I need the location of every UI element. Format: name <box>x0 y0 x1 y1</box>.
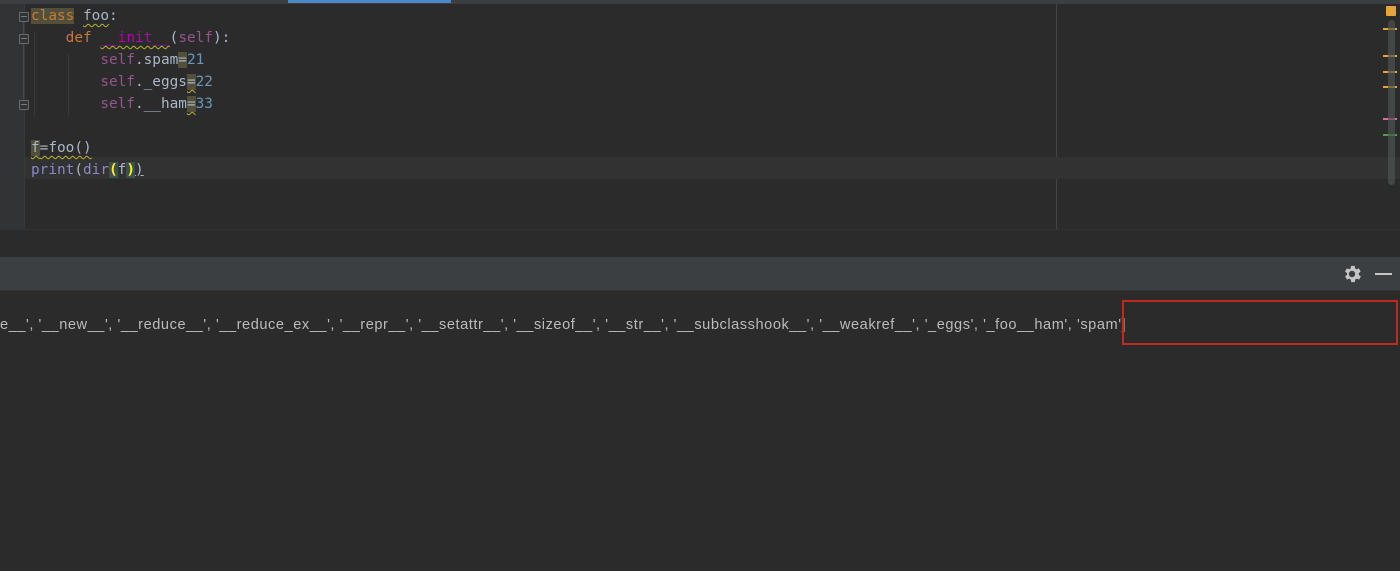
console-output-line: e__', '__new__', '__reduce__', '__reduce… <box>0 317 1127 333</box>
self-param: self <box>178 30 213 46</box>
matched-paren-close: ) <box>126 162 136 178</box>
right-margin-guide <box>1056 4 1057 229</box>
fold-def-icon[interactable] <box>19 34 29 44</box>
paren-close: ): <box>212 30 231 46</box>
colon: : <box>109 8 118 24</box>
equals: = <box>186 96 196 112</box>
fold-line <box>23 44 24 99</box>
foo-call: =foo() <box>39 140 92 156</box>
builtin-dir: dir <box>83 162 109 178</box>
builtin-print: print <box>31 162 75 178</box>
code-line-4[interactable]: self._eggs=22 <box>31 71 213 93</box>
fold-line <box>23 22 24 34</box>
self-ref: self <box>100 74 135 90</box>
equals: = <box>186 74 196 90</box>
init-method-name: __init__ <box>100 30 170 46</box>
number-33: 33 <box>195 96 213 112</box>
matched-paren-open: ( <box>109 162 118 178</box>
attr-eggs: ._eggs <box>134 74 187 90</box>
code-line-8[interactable]: print(dir(f)) <box>31 159 144 181</box>
code-editor[interactable]: class foo: def __init__(self): self.spam… <box>0 4 1400 229</box>
editor-scrollbar[interactable] <box>1388 20 1395 185</box>
active-tab-indicator[interactable] <box>288 0 451 3</box>
code-line-1[interactable]: class foo: <box>31 5 118 27</box>
current-line-highlight <box>25 157 1400 179</box>
class-name: foo <box>83 8 109 24</box>
highlight-annotation-edge <box>1396 300 1398 345</box>
equals: = <box>178 52 187 68</box>
gear-icon[interactable] <box>1341 263 1363 285</box>
fold-end-icon[interactable] <box>19 100 29 110</box>
number-21: 21 <box>186 52 205 68</box>
fold-class-icon[interactable] <box>19 12 29 22</box>
keyword-def: def <box>65 30 92 46</box>
code-line-3[interactable]: self.spam=21 <box>31 49 204 71</box>
code-line-7[interactable]: f=foo() <box>31 137 92 159</box>
panel-divider[interactable] <box>0 229 1400 258</box>
run-panel-header <box>0 257 1400 291</box>
self-ref: self <box>100 96 135 112</box>
var-f: f <box>31 140 40 156</box>
code-line-2[interactable]: def __init__(self): <box>31 27 231 49</box>
attr-spam: .spam <box>134 52 179 68</box>
code-line-5[interactable]: self.__ham=33 <box>31 93 213 115</box>
keyword-class: class <box>31 8 75 24</box>
paren-close: ) <box>135 162 144 178</box>
paren-open: ( <box>169 30 179 46</box>
highlight-annotation-box <box>1122 300 1398 345</box>
attr-ham: .__ham <box>134 96 187 112</box>
warning-indicator-icon[interactable] <box>1386 6 1396 16</box>
paren-open: ( <box>74 162 83 178</box>
minimize-icon[interactable] <box>1375 273 1392 275</box>
self-ref: self <box>100 52 135 68</box>
number-22: 22 <box>195 74 213 90</box>
